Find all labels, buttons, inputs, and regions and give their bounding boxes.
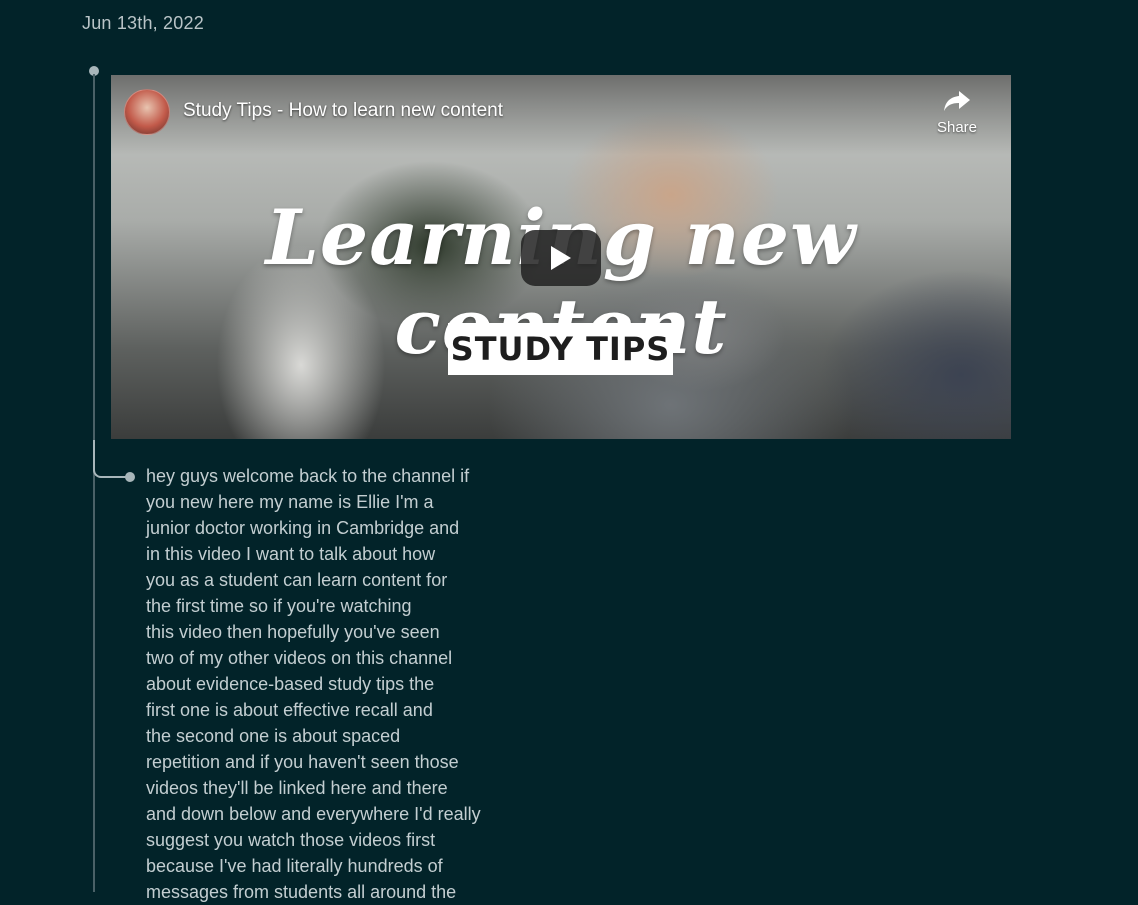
transcript-line: videos they'll be linked here and there <box>146 778 448 798</box>
youtube-embed[interactable]: Study Tips - How to learn new content Sh… <box>111 75 1011 439</box>
transcript-line: you as a student can learn content for <box>146 570 448 590</box>
transcript-line: two of my other videos on this channel <box>146 648 453 668</box>
transcript-line: first one is about effective recall and <box>146 700 433 720</box>
share-label: Share <box>936 119 978 136</box>
video-title[interactable]: Study Tips - How to learn new content <box>183 100 503 122</box>
transcript-line: junior doctor working in Cambridge and <box>146 518 460 538</box>
outline-child-connector <box>93 440 127 478</box>
transcript-line: the second one is about spaced <box>146 726 401 746</box>
transcript-line: messages from students all around the <box>146 882 457 902</box>
transcript-line: suggest you watch those videos first <box>146 830 436 850</box>
transcript-line: this video then hopefully you've seen <box>146 622 440 642</box>
transcript-line: and down below and everywhere I'd really <box>146 804 481 824</box>
transcript-line: repetition and if you haven't seen those <box>146 752 459 772</box>
date-heading[interactable]: Jun 13th, 2022 <box>82 13 204 34</box>
play-button[interactable] <box>521 230 601 286</box>
thumbnail-overlay-badge: STUDY TIPS <box>448 323 673 375</box>
transcript-line: you new here my name is Ellie I'm a <box>146 492 434 512</box>
transcript-line: about evidence-based study tips the <box>146 674 435 694</box>
transcript-line: hey guys welcome back to the channel if <box>146 466 470 486</box>
bullet-dot-icon[interactable] <box>125 472 135 482</box>
outline-guide-line <box>93 74 95 892</box>
share-arrow-icon <box>944 91 970 111</box>
transcript-line: because I've had literally hundreds of <box>146 856 443 876</box>
transcript-line: the first time so if you're watching <box>146 596 412 616</box>
transcript-line: in this video I want to talk about how <box>146 544 436 564</box>
play-icon <box>551 246 571 270</box>
transcript-block[interactable]: hey guys welcome back to the channel if y… <box>146 463 526 905</box>
channel-avatar[interactable] <box>124 89 170 135</box>
share-button[interactable]: Share <box>929 89 985 145</box>
